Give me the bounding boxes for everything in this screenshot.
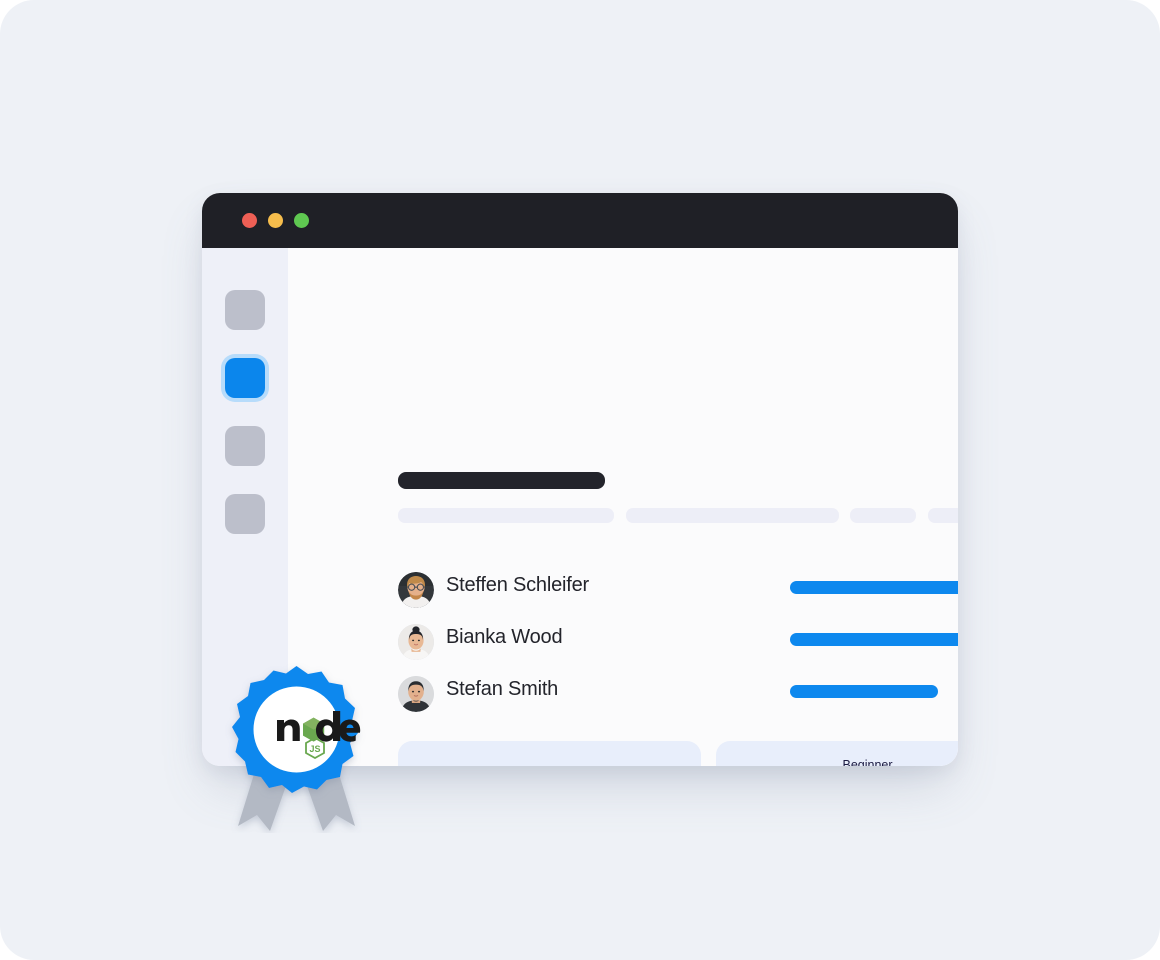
list-item[interactable]: Bianka Wood [398, 618, 958, 670]
avatar [398, 624, 434, 660]
filter-chip-3[interactable] [850, 508, 916, 523]
progress-bar [790, 581, 958, 594]
traffic-lights [242, 213, 309, 228]
radar-chart: Beginner Intermediate Advanced [716, 741, 958, 766]
person-name: Stefan Smith [446, 678, 559, 700]
progress-bar [790, 633, 958, 646]
filter-chip-1[interactable] [398, 508, 614, 523]
svg-text:JS: JS [309, 744, 320, 754]
person-name: Bianka Wood [446, 626, 563, 648]
nodejs-logo-icon: JS [275, 711, 361, 759]
avatar [398, 572, 434, 608]
main-content: Steffen Schleifer Bianka Wood Stefan Smi… [288, 248, 958, 766]
filter-chip-4[interactable] [928, 508, 958, 523]
skill-radar-card: Beginner Intermediate Advanced [716, 741, 958, 766]
sidebar-item-1[interactable] [225, 290, 265, 330]
sidebar-item-3[interactable] [225, 426, 265, 466]
nodejs-certification-badge: JS [224, 663, 369, 833]
sidebar-item-4[interactable] [225, 494, 265, 534]
list-item[interactable]: Stefan Smith [398, 670, 958, 722]
sidebar-item-2-active[interactable] [225, 358, 265, 398]
avatar [398, 676, 434, 712]
list-item[interactable]: Steffen Schleifer [398, 566, 958, 618]
page-title-placeholder [398, 472, 605, 489]
progress-bar-fill [790, 633, 958, 646]
close-icon[interactable] [242, 213, 257, 228]
minimize-icon[interactable] [268, 213, 283, 228]
filter-chip-2[interactable] [626, 508, 839, 523]
window-titlebar [202, 193, 958, 248]
person-name: Steffen Schleifer [446, 574, 589, 596]
maximize-icon[interactable] [294, 213, 309, 228]
progress-bar-fill [790, 581, 958, 594]
radar-axis-label-beginner: Beginner [842, 758, 893, 766]
progress-bar-fill [790, 685, 938, 698]
page-background: Steffen Schleifer Bianka Wood Stefan Smi… [0, 0, 1160, 960]
radar-chart-svg [716, 741, 958, 766]
detail-card [398, 741, 701, 766]
progress-bar [790, 685, 938, 698]
